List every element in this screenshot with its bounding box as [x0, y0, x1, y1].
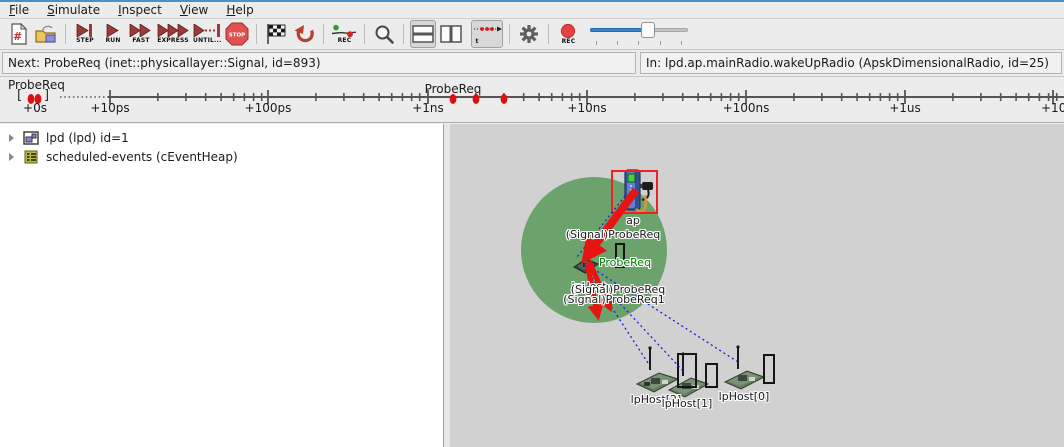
object-tree-panel[interactable]: lpd (lpd) id=1 scheduled-events (cEventH… — [0, 124, 444, 447]
slider-tick — [660, 41, 661, 45]
event-heap-icon — [23, 149, 39, 165]
toolbar-separator — [548, 24, 549, 44]
split-horizontal-button[interactable] — [410, 20, 436, 48]
timeline-tick-label: +10 — [1041, 101, 1064, 115]
run-icon — [105, 24, 121, 37]
timeline-bracket-open: [ — [17, 88, 22, 103]
split-horizontal-icon — [412, 25, 434, 43]
toolbar-separator — [65, 24, 66, 44]
tree-item-label: lpd (lpd) id=1 — [46, 131, 129, 145]
animation-speed-slider[interactable] — [590, 20, 690, 48]
step-button[interactable]: STEP — [72, 20, 98, 48]
slider-tick — [596, 41, 597, 45]
express-icon — [157, 24, 189, 37]
slider-tick — [681, 41, 682, 45]
host0-label: lpHost[0] — [719, 391, 770, 403]
record-eventlog-button[interactable]: REC — [330, 20, 358, 48]
reload-arrow-icon — [294, 24, 315, 44]
network-canvas[interactable]: ap (Signal)ProbeReq ProbeReq lpHost (Sig… — [450, 124, 1064, 447]
slider-handle[interactable] — [641, 22, 655, 38]
qtenv-window: File Simulate Inspect View Help # — [0, 0, 1064, 447]
setup-config-button[interactable]: # — [5, 20, 31, 48]
next-event-label: Next: ProbeReq (inet::physicallayer::Sig… — [2, 52, 636, 74]
menu-file[interactable]: File — [0, 2, 38, 19]
stop-icon: STOP — [225, 22, 249, 46]
timeline-tick-label: +100ns — [723, 101, 770, 115]
new-config-icon: # — [7, 23, 29, 45]
timeline-event-label: ProbeReq — [425, 82, 482, 96]
expander-icon[interactable] — [9, 134, 14, 142]
toolbar-separator — [323, 24, 324, 44]
fast-icon — [129, 24, 153, 37]
status-bar: Next: ProbeReq (inet::physicallayer::Sig… — [0, 49, 1064, 76]
timeline-toggle-icon — [472, 24, 502, 38]
gear-icon — [519, 24, 539, 44]
fast-run-button[interactable]: FAST — [128, 20, 154, 48]
toolbar-separator — [403, 24, 404, 44]
conclude-simulation-button[interactable] — [263, 20, 289, 48]
split-vertical-button[interactable] — [438, 20, 464, 48]
svg-text:#: # — [13, 30, 22, 43]
timeline-axis — [0, 77, 1064, 123]
event-timeline[interactable]: ProbeReq [ ] ProbeReq +0s +10ps +100ps +… — [0, 76, 1064, 123]
magnifier-icon — [374, 24, 395, 45]
timeline-tick-label: +1us — [889, 101, 921, 115]
menu-simulate[interactable]: Simulate — [38, 2, 109, 19]
timeline-tick-label: +1ns — [412, 101, 444, 115]
tree-item-scheduled-events[interactable]: scheduled-events (cEventHeap) — [0, 147, 443, 166]
video-rec-label: REC — [562, 39, 576, 45]
signal-message-label: (Signal)ProbeReq — [566, 229, 660, 241]
menu-inspect[interactable]: Inspect — [109, 2, 171, 19]
eventlog-rec-icon — [331, 24, 357, 37]
slider-tick — [638, 41, 639, 45]
toolbar-separator — [509, 24, 510, 44]
host1-label: lpHost[1] — [662, 398, 713, 410]
eventlog-rec-label: REC — [338, 38, 352, 44]
slider-fill — [590, 28, 648, 32]
fast-label: FAST — [132, 38, 149, 44]
timeline-tick-label: +100ps — [245, 101, 292, 115]
until-icon — [193, 24, 221, 37]
compound-module-icon — [23, 130, 39, 146]
tree-item-lpd[interactable]: lpd (lpd) id=1 — [0, 128, 443, 147]
toolbar-separator — [256, 24, 257, 44]
run-label: RUN — [105, 38, 120, 44]
menu-view[interactable]: View — [171, 2, 217, 19]
until-label: UNTIL... — [193, 38, 221, 44]
toolbar-separator — [364, 24, 365, 44]
step-icon — [75, 24, 95, 37]
timeline-tick-label: +10ns — [567, 101, 606, 115]
menu-help[interactable]: Help — [217, 2, 262, 19]
express-run-button[interactable]: EXPRESS — [156, 20, 190, 48]
run-until-button[interactable]: UNTIL... — [192, 20, 222, 48]
stop-label: STOP — [229, 33, 245, 39]
open-folder-icon — [34, 24, 58, 45]
find-objects-button[interactable] — [371, 20, 397, 48]
rebuild-network-button[interactable] — [291, 20, 317, 48]
video-rec-icon — [559, 24, 577, 38]
stop-button[interactable]: STOP — [224, 20, 250, 48]
checkered-flag-icon — [265, 23, 287, 45]
step-label: STEP — [76, 38, 94, 44]
slider-tick — [617, 41, 618, 45]
express-label: EXPRESS — [157, 38, 189, 44]
timeline-tick-label: +10ps — [90, 101, 129, 115]
run-button[interactable]: RUN — [100, 20, 126, 48]
ap-label: ap — [626, 215, 640, 227]
timeline-toggle-button[interactable]: t — [471, 20, 503, 48]
load-ned-button[interactable] — [33, 20, 59, 48]
toolbar: # STEP RUN — [0, 19, 1064, 49]
radio-link-ap — [577, 196, 625, 257]
preferences-button[interactable] — [516, 20, 542, 48]
expander-icon[interactable] — [9, 153, 14, 161]
tree-item-label: scheduled-events (cEventHeap) — [46, 150, 238, 164]
radio-link-host0 — [589, 266, 738, 362]
timeline-toggle-label: t — [475, 39, 478, 45]
inspector-context-label: In: lpd.ap.mainRadio.wakeUpRadio (ApskDi… — [640, 52, 1062, 74]
signal-message-label: (Signal)ProbeReq1 — [563, 294, 664, 306]
timeline-tick-label: +0s — [23, 101, 47, 115]
split-vertical-icon — [440, 25, 462, 43]
record-video-button[interactable]: REC — [555, 20, 581, 48]
menu-bar: File Simulate Inspect View Help — [0, 2, 1064, 19]
